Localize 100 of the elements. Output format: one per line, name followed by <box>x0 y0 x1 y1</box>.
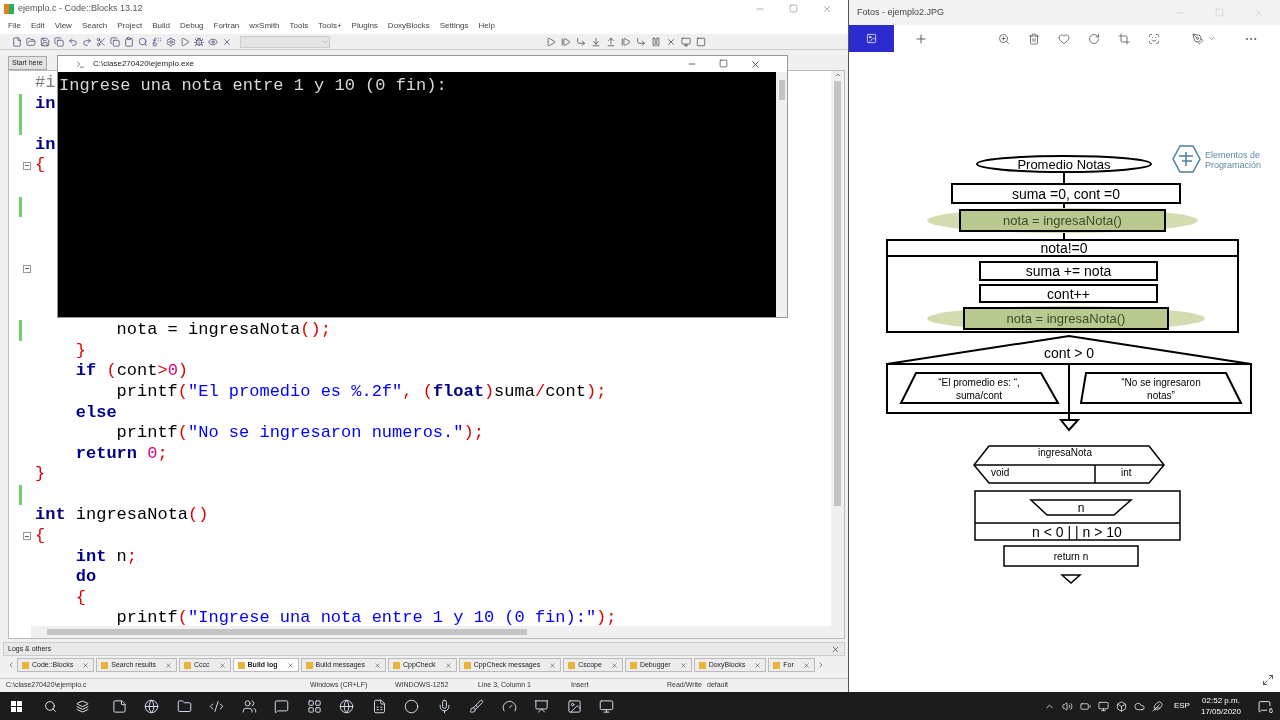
play-icon[interactable] <box>546 36 556 47</box>
gear-icon[interactable] <box>166 36 176 47</box>
eye-icon[interactable] <box>208 36 218 47</box>
cut-icon[interactable] <box>96 36 106 47</box>
code-editor-icon[interactable] <box>209 698 225 714</box>
close-icon[interactable] <box>754 661 762 669</box>
menu-item[interactable]: Settings <box>439 20 469 32</box>
step-into-icon[interactable] <box>591 36 601 47</box>
menu-item[interactable]: Plugins <box>351 20 378 32</box>
windows-logo-icon[interactable] <box>11 700 22 712</box>
pause-icon[interactable] <box>651 36 661 47</box>
grid-icon[interactable] <box>306 698 322 714</box>
heart-icon[interactable] <box>1058 32 1070 45</box>
new-file-icon[interactable] <box>12 36 22 47</box>
redo-icon[interactable] <box>82 36 92 47</box>
folder-icon[interactable] <box>176 698 192 714</box>
globe-icon[interactable] <box>339 698 355 714</box>
close-icon[interactable] <box>286 661 294 669</box>
scroll-up-icon[interactable] <box>833 71 842 79</box>
stop-icon[interactable] <box>666 36 676 47</box>
paste-icon[interactable] <box>124 36 134 47</box>
sticky-note-icon[interactable] <box>111 698 127 714</box>
add-icon[interactable] <box>914 31 928 46</box>
copy-icon[interactable] <box>110 36 120 47</box>
close-icon[interactable] <box>610 661 618 669</box>
chat-icon[interactable] <box>274 698 290 714</box>
save-icon[interactable] <box>40 36 50 47</box>
gauge-icon[interactable] <box>501 698 517 714</box>
circle-icon[interactable] <box>404 698 420 714</box>
image-icon[interactable] <box>866 33 877 44</box>
image-icon[interactable] <box>566 698 582 714</box>
step-out-icon[interactable] <box>606 36 616 47</box>
replace-icon[interactable] <box>152 36 162 47</box>
caret-icon[interactable] <box>1207 34 1216 43</box>
browser-icon[interactable] <box>144 698 160 714</box>
close-icon[interactable] <box>831 644 840 654</box>
gallery-button[interactable] <box>849 25 894 52</box>
task-view-icon[interactable] <box>76 699 89 713</box>
horizontal-scrollbar[interactable] <box>31 626 844 638</box>
menu-item[interactable]: Search <box>81 20 108 32</box>
cloud-icon[interactable] <box>1133 700 1145 712</box>
close-icon[interactable] <box>218 661 226 669</box>
open-folder-icon[interactable] <box>26 36 36 47</box>
menu-item[interactable]: Debug <box>179 20 204 32</box>
square-icon[interactable] <box>696 36 706 47</box>
focus-icon[interactable] <box>1148 32 1160 45</box>
menu-item[interactable]: wxSmith <box>249 20 280 32</box>
menu-item[interactable]: Tools <box>289 20 309 32</box>
menu-item[interactable]: Tools+ <box>318 20 342 32</box>
search-icon[interactable] <box>44 699 57 713</box>
display-icon[interactable] <box>1097 700 1109 712</box>
next-step-icon[interactable] <box>621 36 631 47</box>
close-icon[interactable] <box>373 661 381 669</box>
crop-icon[interactable] <box>1118 32 1130 45</box>
fold-toggle[interactable] <box>23 532 31 541</box>
close-icon[interactable] <box>802 661 810 669</box>
close-icon[interactable] <box>549 661 557 669</box>
feather-icon[interactable] <box>1151 700 1163 712</box>
menu-item[interactable]: Build <box>152 20 170 32</box>
vertical-scrollbar[interactable] <box>776 72 787 317</box>
brush-icon[interactable] <box>469 698 485 714</box>
box-icon[interactable] <box>1115 700 1127 712</box>
menu-item[interactable]: File <box>8 20 21 32</box>
rotate-icon[interactable] <box>1088 32 1100 45</box>
expand-icon[interactable] <box>1262 674 1274 686</box>
menu-item[interactable]: Project <box>117 20 143 32</box>
menu-item[interactable]: View <box>54 20 72 32</box>
window-icon[interactable] <box>681 36 691 47</box>
delete-icon[interactable] <box>1028 32 1040 45</box>
close-icon[interactable] <box>750 58 761 70</box>
fold-toggle[interactable] <box>23 161 31 170</box>
pen-icon[interactable] <box>1192 32 1204 45</box>
presentation-icon[interactable] <box>534 698 550 714</box>
close-icon[interactable] <box>82 661 90 669</box>
spreadsheet-icon[interactable] <box>371 698 387 714</box>
monitor-icon[interactable] <box>599 698 615 714</box>
microphone-icon[interactable] <box>436 698 452 714</box>
fold-toggle[interactable] <box>23 264 31 273</box>
people-icon[interactable] <box>241 698 257 714</box>
bug-icon[interactable] <box>194 36 204 47</box>
step-arrow-icon[interactable] <box>576 36 586 47</box>
close-icon[interactable] <box>165 661 172 669</box>
close-icon[interactable] <box>222 36 232 47</box>
scroll-left-icon[interactable] <box>7 661 15 669</box>
close-icon[interactable] <box>679 661 687 669</box>
close-icon[interactable] <box>444 661 452 669</box>
save-all-icon[interactable] <box>54 36 64 47</box>
menu-item[interactable]: Help <box>478 20 495 32</box>
play-icon[interactable] <box>180 36 190 47</box>
zoom-in-icon[interactable] <box>998 32 1010 45</box>
undo-icon[interactable] <box>68 36 78 47</box>
maximize-icon[interactable] <box>719 58 728 68</box>
menu-item[interactable]: Edit <box>30 20 45 32</box>
jump-arrow-icon[interactable] <box>636 36 646 47</box>
language-indicator[interactable]: ESP <box>1173 700 1190 712</box>
vertical-scrollbar[interactable] <box>831 71 844 626</box>
volume-icon[interactable] <box>1061 700 1073 712</box>
menu-item[interactable]: Fortran <box>213 20 240 32</box>
step-forward-icon[interactable] <box>561 36 571 47</box>
menu-item[interactable]: DoxyBlocks <box>387 20 430 32</box>
